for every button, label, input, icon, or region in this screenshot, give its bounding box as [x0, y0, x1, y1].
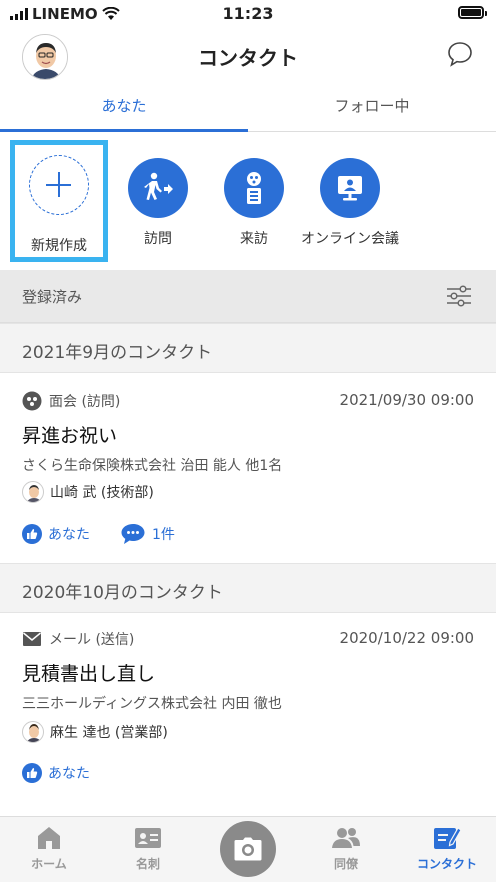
bottom-nav: ホーム 名刺 同僚 コンタクト: [0, 816, 496, 882]
contact-card[interactable]: メール (送信) 2020/10/22 09:00 見積書出し直し 三三ホールデ…: [0, 613, 496, 803]
comments-button[interactable]: 1件: [120, 523, 175, 545]
contact-date: 2020/10/22 09:00: [339, 629, 474, 647]
page-title: コンタクト: [198, 46, 298, 70]
registered-label: 登録済み: [22, 288, 83, 306]
like-label: あなた: [48, 527, 90, 543]
thumbs-up-icon: [22, 524, 42, 544]
nav-business-cards-label: 名刺: [135, 857, 160, 871]
thumbs-up-icon: [22, 763, 42, 783]
contact-organization: 三三ホールディングス株式会社 内田 徹也: [22, 696, 282, 712]
tab-you[interactable]: あなた: [0, 84, 248, 132]
tab-following[interactable]: フォロー中: [248, 84, 496, 131]
meeting-icon: [22, 391, 42, 411]
chat-bubble-icon[interactable]: [446, 40, 474, 68]
online-meeting-label: オンライン会議: [301, 231, 399, 247]
status-bar: LINEMO 11:23: [0, 0, 496, 28]
like-label: あなた: [48, 766, 90, 782]
month-header: 2021年9月のコンタクト: [0, 323, 496, 373]
camera-icon: [234, 837, 262, 861]
like-button[interactable]: あなた: [22, 763, 90, 783]
business-card-icon: [135, 828, 161, 848]
filter-icon[interactable]: [446, 284, 472, 308]
registered-bar: 登録済み: [0, 270, 496, 323]
new-contact-button[interactable]: 新規作成: [10, 140, 108, 262]
contact-type-label: 面会 (訪問): [49, 394, 121, 410]
reactions: あなた: [22, 763, 90, 783]
online-meeting-icon: [338, 176, 362, 201]
nav-colleagues-label: 同僚: [333, 857, 358, 871]
header: コンタクト: [0, 28, 496, 84]
visit-label: 訪問: [144, 231, 172, 247]
contact-type-label: メール (送信): [49, 632, 135, 648]
like-button[interactable]: あなた: [22, 524, 90, 544]
contact-type: 面会 (訪問): [22, 391, 120, 411]
new-contact-label: 新規作成: [31, 238, 87, 254]
online-meeting-button[interactable]: [320, 158, 380, 218]
contact-title: 見積書出し直し: [22, 663, 156, 685]
visitor-icon: [247, 172, 261, 204]
avatar: [22, 481, 44, 503]
visit-button[interactable]: [128, 158, 188, 218]
month-header: 2020年10月のコンタクト: [0, 563, 496, 613]
person-name: 山崎 武 (技術部): [50, 485, 154, 501]
walk-icon: [144, 172, 173, 200]
comment-count: 1件: [152, 527, 175, 543]
tab-bar: あなた フォロー中: [0, 84, 496, 132]
contact-organization: さくら生命保険株式会社 治田 能人 他1名: [22, 458, 283, 474]
month-label: 2020年10月のコンタクト: [22, 583, 223, 603]
battery-icon: [458, 6, 487, 19]
nav-colleagues[interactable]: 同僚: [311, 825, 381, 872]
contact-icon: [434, 827, 461, 849]
mail-icon: [23, 632, 41, 646]
visitor-label: 来訪: [240, 231, 268, 247]
home-icon: [38, 827, 60, 849]
contact-person: 麻生 達也 (営業部): [22, 721, 168, 743]
nav-home[interactable]: ホーム: [14, 825, 84, 872]
contact-type: メール (送信): [22, 629, 134, 649]
nav-home-label: ホーム: [31, 857, 67, 871]
person-name: 麻生 達也 (営業部): [50, 725, 168, 741]
nav-contacts[interactable]: コンタクト: [412, 825, 482, 872]
contact-date: 2021/09/30 09:00: [339, 391, 474, 409]
visitor-button[interactable]: [224, 158, 284, 218]
avatar: [22, 721, 44, 743]
clock: 11:23: [222, 4, 274, 23]
camera-button[interactable]: [220, 821, 276, 877]
contact-person: 山崎 武 (技術部): [22, 481, 154, 503]
month-label: 2021年9月のコンタクト: [22, 343, 213, 363]
action-row: 新規作成 訪問 来訪 オンライン会議: [0, 132, 496, 270]
nav-business-cards[interactable]: 名刺: [113, 825, 183, 872]
nav-contacts-label: コンタクト: [416, 857, 477, 871]
contact-card[interactable]: 面会 (訪問) 2021/09/30 09:00 昇進お祝い さくら生命保険株式…: [0, 373, 496, 565]
contact-title: 昇進お祝い: [22, 425, 118, 447]
plus-icon: [29, 155, 89, 215]
colleagues-icon: [332, 828, 360, 848]
comment-icon: [121, 524, 145, 544]
reactions: あなた 1件: [22, 523, 175, 545]
